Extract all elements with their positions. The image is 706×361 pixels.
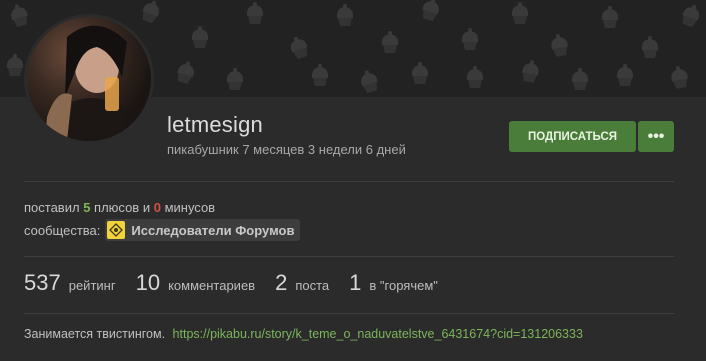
divider [24, 181, 674, 182]
communities-row: сообщества: Исследователи Форумов [24, 219, 301, 241]
stat-hot[interactable]: 1 в "горячем" [349, 270, 438, 296]
votes-prefix: поставил [24, 200, 80, 215]
forum-explorers-icon [107, 221, 126, 239]
community-chip[interactable]: Исследователи Форумов [105, 219, 301, 241]
stat-value: 10 [135, 270, 161, 295]
divider [24, 256, 674, 257]
divider [24, 313, 674, 314]
stat-comments[interactable]: 10 комментариев [136, 270, 256, 296]
stat-posts[interactable]: 2 поста [275, 270, 329, 296]
user-avatar-photo-icon [45, 25, 127, 141]
about-link[interactable]: https://pikabu.ru/story/k_teme_o_naduvat… [173, 327, 583, 341]
minus-count: 0 [153, 200, 161, 215]
stat-label: в "горячем" [369, 278, 438, 293]
about-text: Занимается твистингом. [24, 327, 166, 341]
more-dots-icon: ••• [647, 127, 665, 145]
more-options-button[interactable]: ••• [638, 121, 674, 152]
about-section: Занимается твистингом. https://pikabu.ru… [24, 327, 583, 341]
votes-middle: плюсов и [94, 200, 151, 215]
stat-value: 2 [275, 270, 288, 295]
stat-label: рейтинг [68, 278, 116, 293]
communities-label: сообщества: [24, 222, 101, 238]
stat-value: 537 [24, 270, 61, 295]
stat-label: комментариев [168, 278, 256, 293]
plus-count: 5 [83, 200, 91, 215]
user-tenure: пикабушник 7 месяцев 3 недели 6 дней [167, 142, 406, 157]
stat-rating: 537 рейтинг [24, 270, 116, 296]
subscribe-button[interactable]: ПОДПИСАТЬСЯ [509, 121, 636, 152]
stat-value: 1 [349, 270, 362, 295]
vote-summary: поставил 5 плюсов и 0 минусов [24, 200, 215, 215]
votes-suffix: минусов [164, 200, 216, 215]
user-avatar[interactable] [24, 14, 154, 144]
username: letmesign [167, 112, 263, 137]
community-name: Исследователи Форумов [131, 222, 295, 238]
stats-row: 537 рейтинг 10 комментариев 2 поста 1 в … [24, 270, 458, 296]
stat-label: поста [295, 278, 330, 293]
